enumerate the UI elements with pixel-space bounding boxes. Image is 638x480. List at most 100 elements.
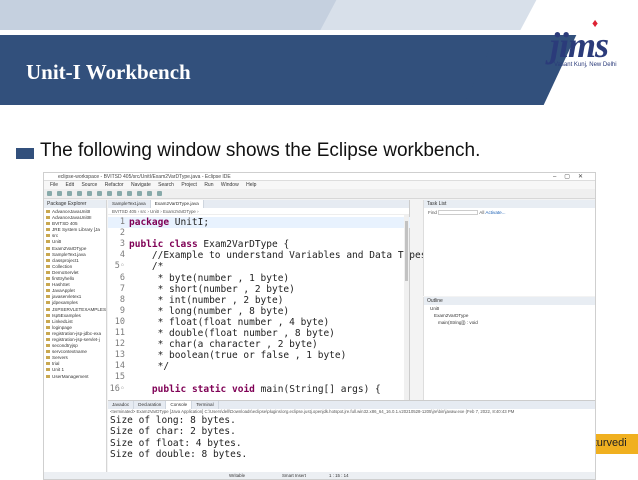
folder-icon bbox=[46, 307, 50, 311]
folder-icon bbox=[46, 277, 50, 281]
breadcrumb[interactable]: BVITSD 405 › src › UnitI › Exam2VarDType… bbox=[108, 208, 409, 215]
menu-run[interactable]: Run bbox=[204, 181, 213, 189]
code-line[interactable]: 12 * char(a character , 2 byte) bbox=[108, 339, 410, 350]
folder-icon bbox=[46, 252, 50, 256]
line-number: 5◦ bbox=[114, 261, 125, 272]
code-editor[interactable]: SampleText.java Exam2VarDType.java BVITSD… bbox=[108, 200, 427, 400]
menu-navigate[interactable]: Navigate bbox=[131, 181, 151, 189]
outline-item[interactable]: main(String[]) : void bbox=[424, 319, 595, 326]
code-area[interactable]: 1 package UnitI; 2 3 public class Exam2VarDT… bbox=[108, 215, 427, 400]
menu-file[interactable]: File bbox=[50, 181, 58, 189]
tree-item-label: Isp5Examples bbox=[52, 312, 81, 318]
folder-icon bbox=[46, 240, 50, 244]
tab-console[interactable]: Console bbox=[166, 401, 193, 409]
menu-refactor[interactable]: Refactor bbox=[105, 181, 124, 189]
code-text: /* bbox=[129, 261, 164, 273]
activate-link[interactable]: Activate... bbox=[485, 210, 505, 215]
folder-icon bbox=[46, 289, 50, 293]
tree-item-label: JavaApplet bbox=[52, 288, 75, 294]
menu-source[interactable]: Source bbox=[81, 181, 97, 189]
tree-item-label: AdvanceJavaUnitIII bbox=[52, 215, 92, 221]
menu-project[interactable]: Project bbox=[181, 181, 197, 189]
all-filter[interactable]: All bbox=[479, 210, 484, 215]
outline-item[interactable]: Exam2VarDType bbox=[424, 312, 595, 319]
tab-terminal[interactable]: Terminal bbox=[192, 401, 219, 409]
folder-icon bbox=[46, 222, 50, 226]
code-text: package UnitI; bbox=[129, 217, 210, 228]
menu-search[interactable]: Search bbox=[158, 181, 174, 189]
code-text: * int(number , 2 byte) bbox=[129, 294, 284, 306]
code-line[interactable]: 8 * int(number , 2 byte) bbox=[108, 295, 410, 306]
code-line[interactable]: 7 * short(number , 2 byte) bbox=[108, 284, 410, 295]
new-icon[interactable] bbox=[47, 191, 52, 196]
tab-declaration[interactable]: Declaration bbox=[134, 401, 167, 409]
folder-icon bbox=[46, 374, 50, 378]
tab-javadoc[interactable]: Javadoc bbox=[108, 401, 135, 409]
code-line[interactable]: 16◦ public static void main(String[] arg… bbox=[108, 384, 410, 395]
code-line[interactable]: 11 * double(float number , 8 byte) bbox=[108, 328, 410, 339]
tree-item-label: SampleText.java bbox=[52, 251, 86, 257]
code-text: * short(number , 2 byte) bbox=[129, 283, 295, 295]
line-number: 3 bbox=[119, 239, 125, 250]
package-explorer: Package Explorer AdvanceJavaUnitII Advanc… bbox=[44, 200, 107, 479]
console-output: Size of float: 4 bytes. bbox=[110, 437, 242, 449]
outline-item[interactable]: UnitI bbox=[424, 305, 595, 312]
tree-item-label: secondtryjsp bbox=[52, 343, 78, 349]
code-line[interactable]: 14 */ bbox=[108, 361, 410, 372]
window-controls[interactable]: –▢✕ bbox=[553, 173, 591, 180]
code-line[interactable]: 1 package UnitI; bbox=[108, 217, 410, 229]
folder-icon bbox=[46, 350, 50, 354]
back-icon[interactable] bbox=[147, 191, 152, 196]
logo-wordmark: jims bbox=[550, 25, 609, 65]
code-line[interactable]: 6 * byte(number , 1 byte) bbox=[108, 273, 410, 284]
folder-icon bbox=[46, 319, 50, 323]
code-line[interactable]: 3 public class Exam2VarDType { bbox=[108, 239, 410, 250]
tree-item-label: registration-jsp-jdbc-exa bbox=[52, 330, 102, 336]
print-icon[interactable] bbox=[67, 191, 72, 196]
tab-exam2vardtype[interactable]: Exam2VarDType.java bbox=[150, 200, 204, 208]
run-icon[interactable] bbox=[87, 191, 92, 196]
menu-edit[interactable]: Edit bbox=[65, 181, 74, 189]
code-line[interactable]: 13 * boolean(true or false , 1 byte) bbox=[108, 350, 410, 361]
tree-item-label: DemoServlet bbox=[52, 269, 79, 275]
tree-item-label: firsttryhello bbox=[52, 276, 75, 282]
open-type-icon[interactable] bbox=[117, 191, 122, 196]
line-number: 16◦ bbox=[109, 383, 125, 394]
code-line[interactable]: 4 //Example to understand Variables and … bbox=[108, 250, 427, 261]
code-line[interactable]: 10 * float(float number , 4 byte) bbox=[108, 317, 410, 328]
console-tabs: Javadoc Declaration Console Terminal bbox=[108, 401, 595, 409]
menu-help[interactable]: Help bbox=[246, 181, 256, 189]
line-number: 2 bbox=[119, 228, 125, 239]
new-class-icon[interactable] bbox=[107, 191, 112, 196]
search-icon[interactable] bbox=[127, 191, 132, 196]
outline-header[interactable]: Outline bbox=[424, 297, 595, 305]
code-text: * float(float number , 4 byte) bbox=[129, 316, 330, 328]
tab-sampletext[interactable]: SampleText.java bbox=[108, 200, 151, 208]
save-icon[interactable] bbox=[57, 191, 62, 196]
external-tools-icon[interactable] bbox=[97, 191, 102, 196]
tree-item-label: classproject1 bbox=[52, 257, 79, 263]
outline-panel: Outline UnitI Exam2VarDType main(String[… bbox=[423, 297, 595, 400]
find-input[interactable] bbox=[438, 210, 479, 216]
folder-icon bbox=[46, 234, 50, 238]
task-list-header[interactable]: Task List bbox=[424, 200, 595, 208]
debug-icon[interactable] bbox=[77, 191, 82, 196]
code-line[interactable]: 2 bbox=[108, 228, 410, 239]
editor-scrollbar[interactable] bbox=[404, 215, 409, 400]
line-number: 13 bbox=[114, 350, 125, 361]
tree-item[interactable]: UserManagement bbox=[46, 374, 106, 380]
next-annotation-icon[interactable] bbox=[137, 191, 142, 196]
code-line[interactable]: 9 * long(number , 8 byte) bbox=[108, 306, 410, 317]
line-number: 11 bbox=[114, 328, 125, 338]
folder-icon bbox=[46, 216, 50, 220]
folder-icon bbox=[46, 246, 50, 250]
forward-icon[interactable] bbox=[157, 191, 162, 196]
folder-icon bbox=[46, 264, 50, 268]
code-line[interactable]: 15 bbox=[108, 372, 410, 383]
menu-window[interactable]: Window bbox=[221, 181, 239, 189]
package-explorer-header[interactable]: Package Explorer bbox=[44, 200, 106, 208]
code-line[interactable]: 5◦ /* bbox=[108, 261, 410, 272]
line-number: 15 bbox=[114, 372, 125, 383]
bullet-text: The following window shows the Eclipse w… bbox=[40, 140, 481, 161]
line-number: 4 bbox=[119, 250, 125, 261]
